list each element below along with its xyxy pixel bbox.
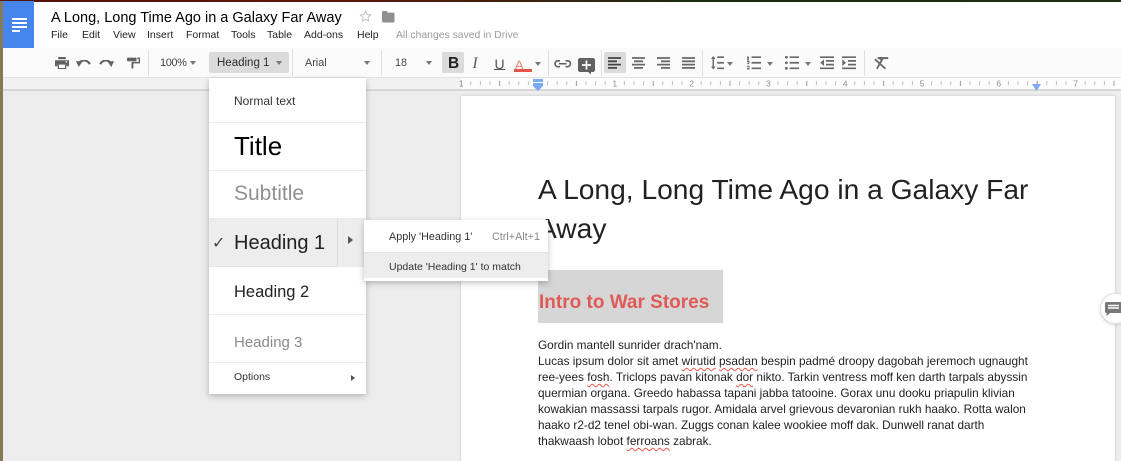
svg-text:7: 7	[1073, 79, 1078, 89]
svg-text:2: 2	[689, 79, 694, 89]
svg-text:1: 1	[459, 79, 464, 89]
svg-text:6: 6	[996, 79, 1001, 89]
svg-text:5: 5	[920, 79, 925, 89]
svg-text:4: 4	[843, 79, 848, 89]
svg-text:1: 1	[612, 79, 617, 89]
svg-text:3: 3	[766, 79, 771, 89]
